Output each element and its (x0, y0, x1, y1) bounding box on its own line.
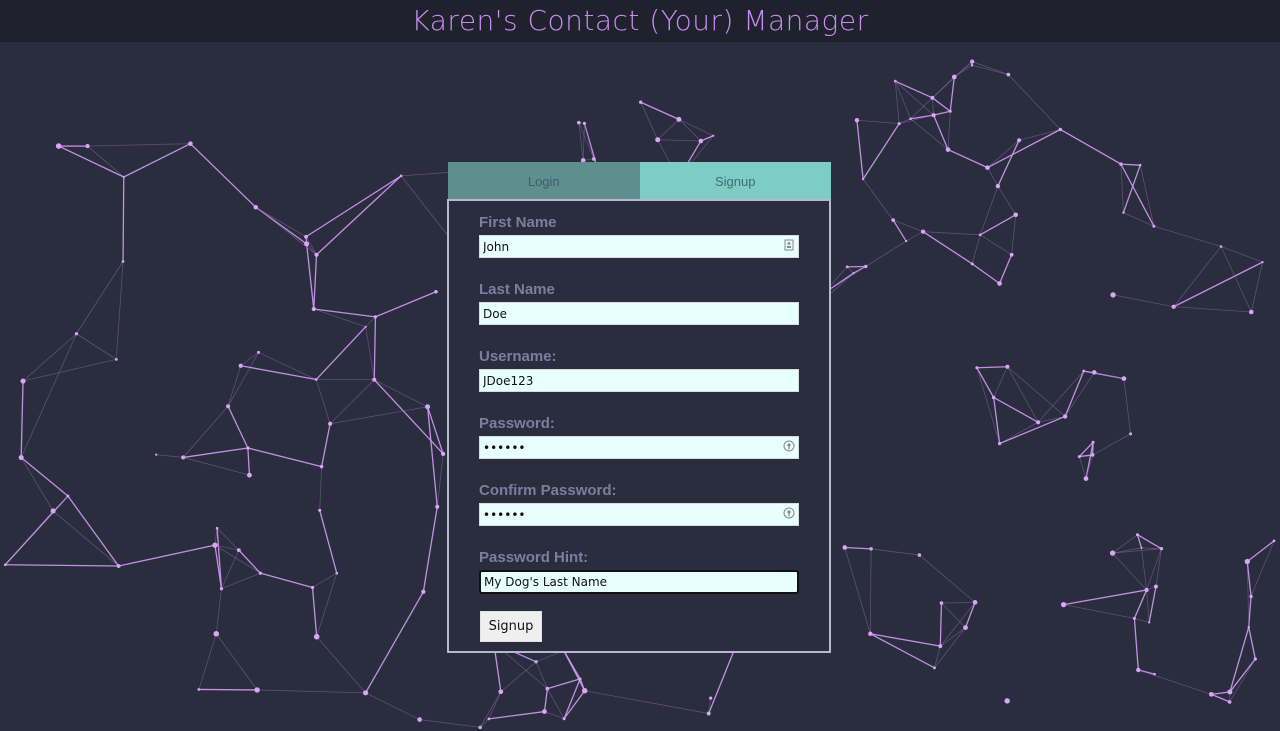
tab-login[interactable]: Login (448, 162, 640, 200)
last-name-field[interactable] (479, 302, 799, 325)
auth-tabs: Login Signup (448, 162, 831, 200)
app-header: Karen's Contact (Your) Manager (0, 0, 1280, 42)
password-hint-field[interactable] (479, 570, 799, 594)
password-hint-label: Password Hint: (479, 549, 589, 566)
first-name-field[interactable] (479, 235, 799, 258)
username-field[interactable] (479, 369, 799, 392)
password-label: Password: (479, 415, 555, 432)
confirm-password-group: Confirm Password: (479, 481, 801, 526)
key-icon[interactable] (783, 440, 795, 452)
username-label: Username: (479, 348, 557, 365)
last-name-label: Last Name (479, 281, 555, 298)
tab-signup[interactable]: Signup (639, 162, 831, 200)
username-group: Username: (479, 347, 801, 392)
app-title: Karen's Contact (Your) Manager (411, 4, 869, 37)
signup-button[interactable]: Signup (480, 611, 542, 642)
password-field[interactable] (479, 436, 799, 459)
signup-form: First Name Last Name Username: Password:… (447, 199, 831, 653)
contact-card-icon[interactable] (783, 239, 795, 251)
first-name-label: First Name (479, 214, 557, 231)
confirm-password-field[interactable] (479, 503, 799, 526)
key-icon[interactable] (783, 507, 795, 519)
confirm-password-label: Confirm Password: (479, 482, 617, 499)
password-hint-group: Password Hint: (479, 548, 801, 594)
first-name-group: First Name (479, 213, 801, 258)
password-group: Password: (479, 414, 801, 459)
last-name-group: Last Name (479, 280, 801, 325)
